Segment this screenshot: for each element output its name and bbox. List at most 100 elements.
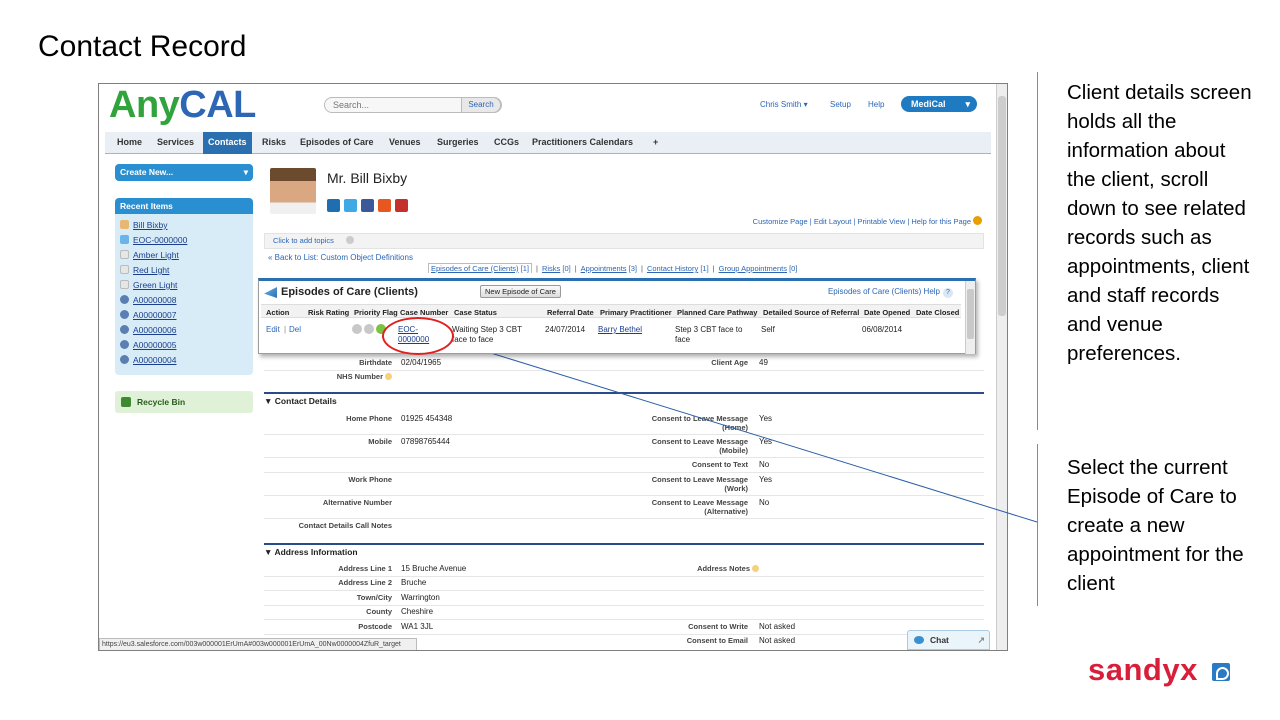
- linkedin-icon[interactable]: [327, 199, 340, 212]
- birthdate-value: 02/04/1965: [401, 358, 442, 367]
- recent-item[interactable]: A00000005: [120, 340, 177, 350]
- episodes-help-link[interactable]: Episodes of Care (Clients) Help?: [828, 287, 953, 298]
- column-header: Risk Rating: [308, 308, 350, 317]
- consent-mobile-value: Yes: [759, 437, 773, 446]
- tab-episodes-of-care[interactable]: Episodes of Care: [300, 137, 374, 147]
- document-icon: [120, 280, 129, 289]
- page-scrollbar[interactable]: [996, 84, 1007, 650]
- related-link-contact-history[interactable]: Contact History [1]: [647, 264, 709, 273]
- chat-icon: [914, 636, 924, 644]
- consent-home-label: Consent to Leave Message (Home): [651, 414, 748, 432]
- mobile-value: 07898765444: [401, 437, 450, 446]
- callout-divider-top: [1037, 72, 1038, 430]
- county-value: Cheshire: [401, 607, 434, 616]
- practitioner-link[interactable]: Barry Bethel: [598, 325, 642, 335]
- highlight-circle: [382, 317, 454, 355]
- address-section[interactable]: ▼ Address Information: [264, 543, 984, 557]
- page-links[interactable]: Customize Page | Edit Layout | Printable…: [753, 216, 982, 226]
- related-link-appointments[interactable]: Appointments [3]: [581, 264, 637, 273]
- header-bar: AnyCAL Search Chris Smith ▾ Setup Help M…: [99, 84, 997, 130]
- recent-item[interactable]: A00000008: [120, 295, 177, 305]
- related-link-group-appointments[interactable]: Group Appointments [0]: [719, 264, 798, 273]
- chat-button[interactable]: Chat ↗: [907, 630, 990, 650]
- recent-item[interactable]: A00000006: [120, 325, 177, 335]
- tab-venues[interactable]: Venues: [389, 137, 421, 147]
- birthdate-label: Birthdate: [359, 358, 392, 367]
- recent-item[interactable]: Green Light: [120, 280, 177, 290]
- postcode-label: Postcode: [358, 622, 392, 631]
- date-opened: 06/08/2014: [862, 325, 903, 334]
- contact-details-section[interactable]: ▼ Contact Details: [264, 392, 984, 406]
- case-status: Waiting Step 3 CBT face to face: [452, 325, 522, 344]
- create-new-button[interactable]: Create New... ▾: [115, 164, 253, 181]
- chevron-down-icon: ▾: [243, 167, 248, 177]
- consent-text-value: No: [759, 460, 770, 469]
- popup-scrollbar[interactable]: [965, 281, 975, 354]
- info-icon: [345, 236, 354, 244]
- episode-icon: [264, 287, 277, 298]
- work-phone-label: Work Phone: [348, 475, 392, 484]
- avatar: [270, 168, 316, 214]
- address-line-1-value: 15 Bruche Avenue: [401, 564, 467, 573]
- search-input[interactable]: [333, 100, 458, 110]
- document-icon: [120, 250, 129, 259]
- priority-flag-grey: [364, 324, 374, 334]
- app-switcher-button[interactable]: MediCal ▾: [901, 96, 977, 112]
- tab-practitioners-calendars[interactable]: Practitioners Calendars: [532, 137, 633, 147]
- recent-item[interactable]: A00000004: [120, 355, 177, 365]
- recycle-bin-icon: [121, 397, 131, 407]
- search-box: Search: [324, 97, 502, 113]
- related-list-links: Episodes of Care (Clients) [1] | Risks [0]…: [428, 263, 798, 273]
- youtube-icon[interactable]: [395, 199, 408, 212]
- recent-item[interactable]: Bill Bixby: [120, 220, 167, 230]
- help-link[interactable]: Help: [868, 100, 884, 109]
- chevron-down-icon: ▾: [803, 100, 808, 109]
- tab-risks[interactable]: Risks: [262, 137, 286, 147]
- town-label: Town/City: [356, 593, 392, 602]
- help-icon[interactable]: [973, 216, 982, 225]
- recent-item[interactable]: Amber Light: [120, 250, 179, 260]
- consent-alternative-label: Consent to Leave Message (Alternative): [651, 498, 748, 516]
- home-phone-value: 01925 454348: [401, 414, 453, 423]
- related-link-risks[interactable]: Risks [0]: [542, 264, 571, 273]
- recycle-bin-link[interactable]: Recycle Bin: [115, 391, 253, 413]
- document-icon: [120, 265, 129, 274]
- new-episode-button[interactable]: New Episode of Care: [480, 285, 561, 298]
- chevron-down-icon: ▾: [965, 99, 970, 109]
- recent-item[interactable]: EOC-0000000: [120, 235, 187, 245]
- tab-surgeries[interactable]: Surgeries: [437, 137, 479, 147]
- setup-link[interactable]: Setup: [830, 100, 851, 109]
- consent-mobile-label: Consent to Leave Message (Mobile): [651, 437, 748, 455]
- status-url: https://eu3.salesforce.com/003w000001ErU…: [99, 638, 417, 650]
- callout-divider-bottom: [1037, 444, 1038, 606]
- user-menu[interactable]: Chris Smith ▾: [760, 100, 808, 109]
- consent-email-label: Consent to Email: [686, 636, 748, 645]
- postcode-value: WA1 3JL: [401, 622, 434, 631]
- episodes-table-header: Action Risk Rating Priority Flag Case Nu…: [261, 304, 961, 318]
- consent-write-label: Consent to Write: [688, 622, 748, 631]
- expand-icon: ↗: [977, 635, 985, 645]
- column-header: Action: [266, 308, 290, 317]
- klout-icon[interactable]: [378, 199, 391, 212]
- related-link-episodes[interactable]: Episodes of Care (Clients) [1]: [428, 263, 532, 273]
- twitter-icon[interactable]: [344, 199, 357, 212]
- tab-home[interactable]: Home: [117, 137, 142, 147]
- tab-ccgs[interactable]: CCGs: [494, 137, 519, 147]
- edit-link[interactable]: Edit: [266, 325, 280, 335]
- search-button[interactable]: Search: [461, 97, 501, 113]
- alternative-number-label: Alternative Number: [322, 498, 392, 507]
- recent-items-panel: Recent Items Bill Bixby EOC-0000000 Ambe…: [115, 198, 253, 375]
- address-line-1-label: Address Line 1: [338, 564, 392, 573]
- tab-contacts[interactable]: Contacts: [203, 132, 252, 154]
- facebook-icon[interactable]: [361, 199, 374, 212]
- recent-item[interactable]: A00000007: [120, 310, 177, 320]
- topics-bar[interactable]: Click to add topics: [264, 233, 984, 249]
- tab-add[interactable]: +: [653, 137, 658, 147]
- call-notes-label: Contact Details Call Notes: [298, 521, 392, 530]
- back-to-list-link[interactable]: « Back to List: Custom Object Definition…: [268, 253, 413, 262]
- delete-link[interactable]: Del: [289, 325, 301, 335]
- recent-item[interactable]: Red Light: [120, 265, 169, 275]
- help-icon: [752, 565, 759, 572]
- column-header: Primary Practitioner: [600, 308, 672, 317]
- tab-services[interactable]: Services: [157, 137, 194, 147]
